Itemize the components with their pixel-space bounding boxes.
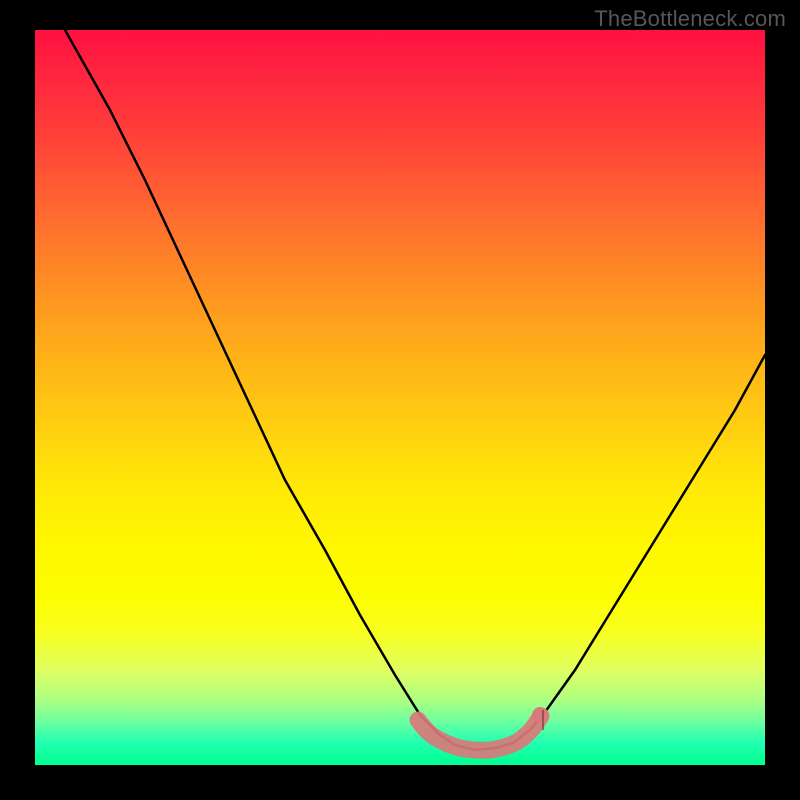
bottleneck-curve-line	[65, 30, 765, 750]
watermark-text: TheBottleneck.com	[594, 6, 786, 32]
minimum-band-marker	[418, 716, 541, 750]
chart-svg	[35, 30, 765, 765]
chart-plot-area	[35, 30, 765, 765]
minimum-band-end-dot	[532, 707, 548, 723]
